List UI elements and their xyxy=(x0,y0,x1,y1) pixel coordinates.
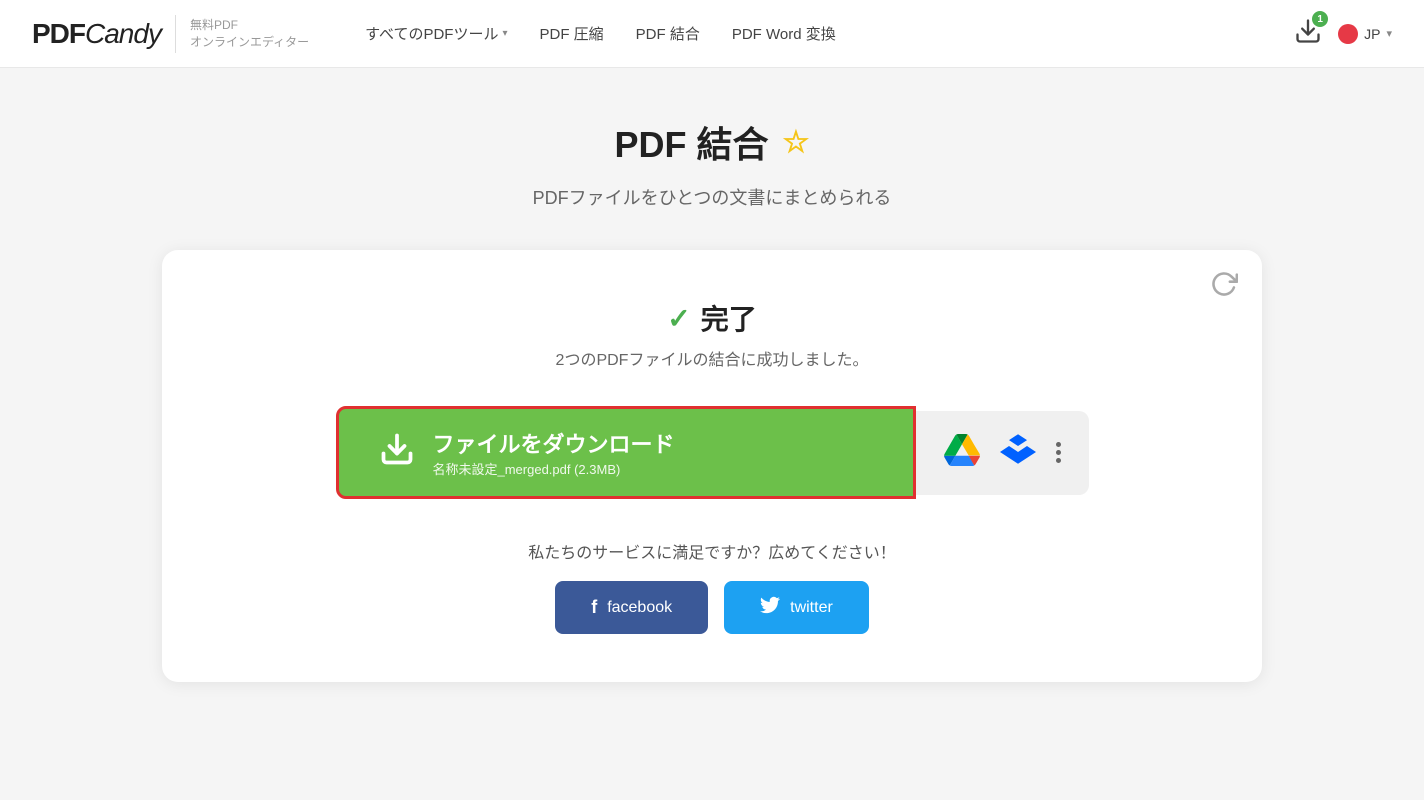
nav-merge[interactable]: PDF 結合 xyxy=(636,23,700,44)
nav-all-tools[interactable]: すべてのPDFツール ▾ xyxy=(365,23,507,44)
dropbox-button[interactable] xyxy=(1000,432,1036,473)
language-selector[interactable]: JP ▾ xyxy=(1338,24,1392,44)
download-history-button[interactable]: 1 xyxy=(1294,17,1322,50)
cloud-actions xyxy=(916,411,1089,495)
twitter-icon xyxy=(760,595,780,620)
download-icon xyxy=(379,431,415,475)
checkmark-icon: ✓ xyxy=(667,302,690,335)
facebook-share-button[interactable]: f facebook xyxy=(555,581,708,634)
header: PDFCandy 無料PDF オンラインエディター すべてのPDFツール ▾ P… xyxy=(0,0,1424,68)
chevron-down-icon: ▾ xyxy=(1386,27,1392,40)
logo-area: PDFCandy 無料PDF オンラインエディター xyxy=(32,15,309,53)
logo-divider xyxy=(175,15,176,53)
main-nav: すべてのPDFツール ▾ PDF 圧縮 PDF 結合 PDF Word 変換 xyxy=(365,23,1270,44)
success-area: ✓ 完了 2つのPDFファイルの結合に成功しました。 xyxy=(210,298,1214,370)
page-title: PDF 結合 ☆ xyxy=(615,116,810,168)
download-filename: 名称未設定_merged.pdf (2.3MB) xyxy=(433,459,675,478)
success-title: ✓ 完了 xyxy=(210,298,1214,338)
facebook-icon: f xyxy=(591,597,597,618)
page-subtitle: PDFファイルをひとつの文書にまとめられる xyxy=(533,184,892,210)
share-text: 私たちのサービスに満足ですか？広めてください！ xyxy=(210,539,1214,563)
download-label: ファイルをダウンロード xyxy=(433,427,675,459)
download-row: ファイルをダウンロード 名称未設定_merged.pdf (2.3MB) xyxy=(210,406,1214,499)
chevron-down-icon: ▾ xyxy=(502,28,507,39)
more-options-button[interactable] xyxy=(1056,442,1061,463)
twitter-share-button[interactable]: twitter xyxy=(724,581,869,634)
share-area: 私たちのサービスに満足ですか？広めてください！ f facebook twitt… xyxy=(210,539,1214,634)
header-right: 1 JP ▾ xyxy=(1294,17,1392,50)
logo-bold: PDF xyxy=(32,18,85,49)
success-message: 2つのPDFファイルの結合に成功しました。 xyxy=(210,346,1214,370)
download-badge: 1 xyxy=(1312,11,1328,27)
logo-subtitle: 無料PDF オンラインエディター xyxy=(190,17,309,51)
nav-compress[interactable]: PDF 圧縮 xyxy=(540,23,604,44)
main-card: ✓ 完了 2つのPDFファイルの結合に成功しました。 ファイルをダウンロード 名… xyxy=(162,250,1262,682)
main-content: PDF 結合 ☆ PDFファイルをひとつの文書にまとめられる ✓ 完了 2つのP… xyxy=(0,68,1424,714)
favorite-star-icon[interactable]: ☆ xyxy=(783,125,810,160)
logo[interactable]: PDFCandy xyxy=(32,18,161,50)
nav-to-word[interactable]: PDF Word 変換 xyxy=(732,23,836,44)
download-button[interactable]: ファイルをダウンロード 名称未設定_merged.pdf (2.3MB) xyxy=(336,406,916,499)
google-drive-button[interactable] xyxy=(944,434,980,471)
logo-italic: Candy xyxy=(85,18,161,49)
refresh-button[interactable] xyxy=(1210,270,1238,305)
share-buttons: f facebook twitter xyxy=(210,581,1214,634)
flag-icon xyxy=(1338,24,1358,44)
